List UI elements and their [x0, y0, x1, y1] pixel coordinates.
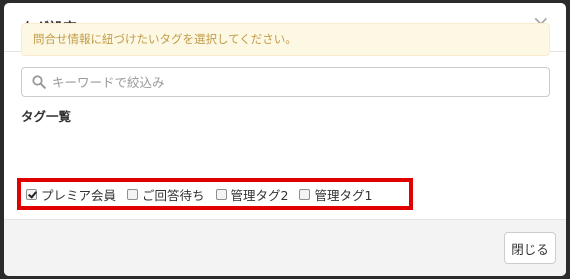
- tag-label-admin-tag-2: 管理タグ2: [230, 187, 289, 203]
- tag-item-admin-tag-2[interactable]: 管理タグ2: [215, 185, 289, 204]
- tag-item-premium[interactable]: プレミア会員: [26, 185, 116, 204]
- tag-checkbox-list: プレミア会員 ご回答待ち 管理タグ2 管理タグ1: [17, 178, 413, 210]
- tag-checkbox-admin-tag-1[interactable]: [299, 188, 311, 200]
- tag-label-admin-tag-1: 管理タグ1: [314, 187, 373, 203]
- tag-settings-modal: タグ設定 × 問合せ情報に紐づけたいタグを選択してください。 タグ一覧 プレミア…: [4, 3, 566, 276]
- modal-footer: 閉じる: [4, 219, 566, 276]
- search-input[interactable]: [52, 68, 542, 96]
- tag-checkbox-awaiting-reply[interactable]: [127, 188, 139, 200]
- tag-list-label: タグ一覧: [21, 109, 72, 124]
- tag-item-awaiting-reply[interactable]: ご回答待ち: [127, 185, 205, 204]
- tag-checkbox-premium[interactable]: [26, 188, 37, 200]
- close-button[interactable]: 閉じる: [504, 232, 556, 264]
- search-box[interactable]: [21, 67, 550, 97]
- tag-label-awaiting-reply: ご回答待ち: [142, 187, 205, 203]
- tag-item-admin-tag-1[interactable]: 管理タグ1: [299, 185, 372, 204]
- search-icon: [32, 75, 46, 89]
- tag-checkbox-admin-tag-2[interactable]: [215, 188, 227, 200]
- tag-label-premium: プレミア会員: [41, 187, 117, 203]
- info-alert: 問合せ情報に紐づけたいタグを選択してください。: [21, 23, 550, 56]
